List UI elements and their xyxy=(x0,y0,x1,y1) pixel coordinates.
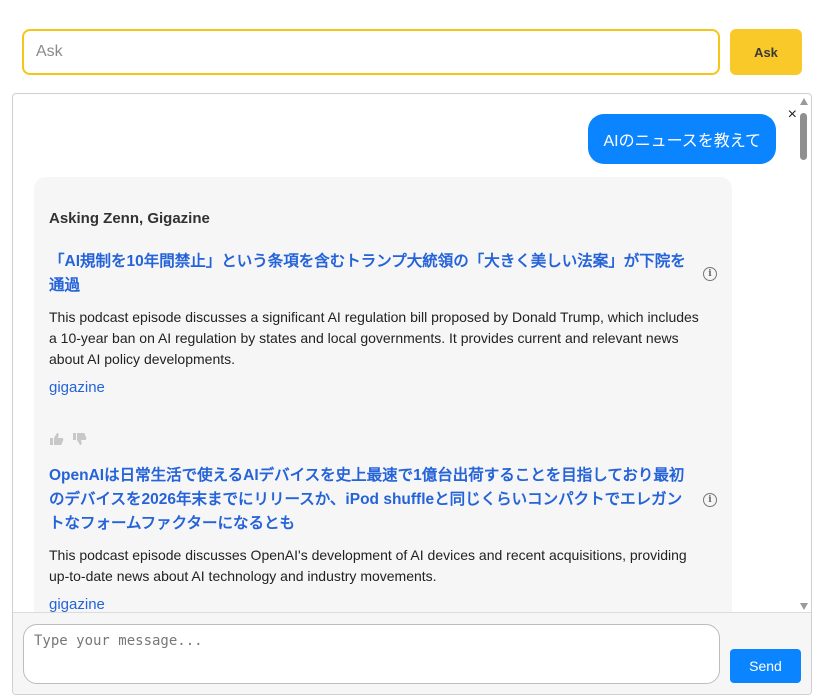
scrollbar-thumb[interactable] xyxy=(800,113,807,160)
user-message-bubble: AIのニュースを教えて xyxy=(588,114,776,164)
result-title-link[interactable]: 「AI規制を10年間禁止」という条項を含むトランプ大統領の「大きく美しい法案」が… xyxy=(49,250,694,298)
message-composer: Send xyxy=(13,612,811,694)
source-link[interactable]: gigazine xyxy=(49,596,699,613)
chat-panel: × AIのニュースを教えて Asking Zenn, Gigazine i 「A… xyxy=(12,93,812,695)
answer-card: Asking Zenn, Gigazine i 「AI規制を10年間禁止」という… xyxy=(34,177,732,657)
result-item: i OpenAIは日常生活で使えるAIデバイスを史上最速で1億台出荷することを目… xyxy=(49,464,717,613)
feedback-buttons xyxy=(49,432,87,446)
search-input[interactable] xyxy=(22,29,720,75)
result-title-link[interactable]: OpenAIは日常生活で使えるAIデバイスを史上最速で1億台出荷することを目指し… xyxy=(49,464,694,536)
ask-button[interactable]: Ask xyxy=(730,29,802,75)
message-input[interactable] xyxy=(23,624,720,684)
info-icon[interactable]: i xyxy=(703,493,717,507)
scrollbar[interactable] xyxy=(798,98,810,610)
thumbs-up-icon[interactable] xyxy=(49,432,64,446)
scroll-down-arrow-icon[interactable] xyxy=(800,603,808,610)
source-link[interactable]: gigazine xyxy=(49,379,699,396)
thumbs-down-icon[interactable] xyxy=(72,432,87,446)
result-description: This podcast episode discusses OpenAI's … xyxy=(49,547,687,584)
send-button[interactable]: Send xyxy=(730,649,801,683)
result-item: i 「AI規制を10年間禁止」という条項を含むトランプ大統領の「大きく美しい法案… xyxy=(49,250,717,396)
info-icon[interactable]: i xyxy=(703,267,717,281)
asking-sources-label: Asking Zenn, Gigazine xyxy=(49,210,210,227)
close-icon[interactable]: × xyxy=(788,107,797,123)
scroll-up-arrow-icon[interactable] xyxy=(800,98,808,105)
result-description: This podcast episode discusses a signifi… xyxy=(49,309,699,367)
